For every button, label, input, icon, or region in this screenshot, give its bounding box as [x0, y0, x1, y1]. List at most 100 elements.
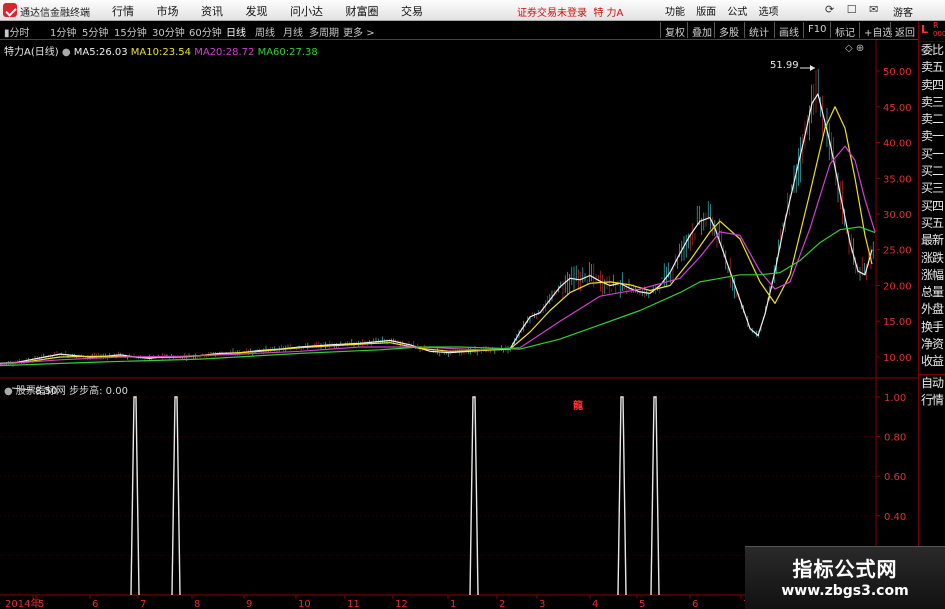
- menu-shichang[interactable]: 市场: [157, 5, 179, 18]
- menu-xuanxiang[interactable]: 选项: [759, 7, 779, 18]
- period-toolbar: ▮分时 1分钟 5分钟 15分钟 30分钟 60分钟 日线 周线 月线 多周期 …: [0, 21, 945, 40]
- indicator-tick-label: 1.00: [884, 393, 906, 404]
- price-tick-label: 45.00: [883, 103, 912, 114]
- price-tick-label: 20.00: [883, 281, 912, 292]
- lr-switch[interactable]: L R 000: [919, 21, 945, 42]
- period-fenshi[interactable]: ▮分时: [4, 24, 30, 39]
- tool-back[interactable]: 返回: [890, 22, 919, 39]
- time-tick-label: 3: [539, 599, 545, 609]
- tool-huaxian[interactable]: 画线: [774, 22, 803, 39]
- app-title: 通达信金融终端: [20, 8, 90, 19]
- quote-sidebar: L R 000 委比 卖五 卖四 卖三 卖二 卖一 买一 买二 买三 买四 买五…: [918, 21, 945, 609]
- message-icon[interactable]: ✉: [869, 3, 878, 16]
- ma-line-ma10: [0, 106, 873, 365]
- ma-line-ma20: [0, 145, 876, 365]
- quote-item-change-pct[interactable]: 涨幅: [919, 267, 945, 284]
- menu-banmian[interactable]: 版面: [696, 7, 716, 18]
- menu-gongshi[interactable]: 公式: [727, 7, 747, 18]
- ma10-label: MA10:23.54: [130, 47, 191, 58]
- quote-item-buy4[interactable]: 买四: [919, 198, 945, 215]
- tool-duogu[interactable]: 多股: [714, 22, 743, 39]
- quote-item-sell3[interactable]: 卖三: [919, 94, 945, 111]
- menu-faxian[interactable]: 发现: [246, 5, 268, 18]
- indicator-formula: 步步高:: [69, 386, 103, 397]
- menu-wenxiaoda[interactable]: 问小达: [290, 5, 323, 18]
- tool-fuquan[interactable]: 复权: [660, 22, 689, 39]
- indicator-spike: [617, 396, 627, 596]
- quote-item-buy1[interactable]: 买一: [919, 146, 945, 163]
- menu-hangqing[interactable]: 行情: [112, 5, 134, 18]
- tool-biaoji[interactable]: 标记: [830, 22, 859, 39]
- low-annotation: 8.50: [35, 386, 58, 397]
- time-tick-label: 1: [450, 599, 456, 609]
- time-tick-label: 5: [639, 599, 645, 609]
- kline-chart-svg[interactable]: 50.0045.0040.0035.0030.0025.0020.0015.00…: [0, 40, 918, 609]
- quote-item-net-assets[interactable]: 净资: [919, 336, 945, 353]
- quote-item-buy2[interactable]: 买二: [919, 163, 945, 180]
- main-menu: 行情 市场 资讯 发现 问小达 财富圈 交易: [112, 3, 442, 19]
- indicator-settings-icon[interactable]: ●: [4, 386, 13, 397]
- sidebar-auto[interactable]: 自动: [919, 375, 945, 392]
- quote-item-sell1[interactable]: 卖一: [919, 128, 945, 145]
- time-tick-label: 6: [692, 599, 698, 609]
- shirt-icon[interactable]: ☐: [847, 3, 857, 16]
- quote-item-weibi[interactable]: 委比: [919, 42, 945, 59]
- tool-diejia[interactable]: 叠加: [687, 22, 716, 39]
- indicator-spike: [650, 396, 660, 596]
- guest-label[interactable]: 游客: [893, 4, 913, 19]
- price-tick-label: 10.00: [883, 353, 912, 364]
- period-month[interactable]: 月线: [283, 24, 303, 39]
- tool-tongji[interactable]: 统计: [744, 22, 773, 39]
- chart-options-icon[interactable]: ◇ ⊕: [845, 43, 864, 54]
- quote-item-earnings[interactable]: 收益: [919, 353, 945, 370]
- event-marker[interactable]: 龍: [573, 397, 583, 412]
- quote-item-buy5[interactable]: 买五: [919, 215, 945, 232]
- period-60min[interactable]: 60分钟: [189, 24, 222, 39]
- period-week[interactable]: 周线: [255, 24, 275, 39]
- quote-item-sell5[interactable]: 卖五: [919, 59, 945, 76]
- refresh-icon[interactable]: ⟳: [825, 3, 834, 16]
- quote-item-sell4[interactable]: 卖四: [919, 77, 945, 94]
- period-15min[interactable]: 15分钟: [114, 24, 147, 39]
- period-more[interactable]: 更多 >: [343, 24, 375, 39]
- ma-line-ma5: [0, 93, 873, 364]
- quote-item-outer[interactable]: 外盘: [919, 301, 945, 318]
- quote-item-sell2[interactable]: 卖二: [919, 111, 945, 128]
- r-label: R: [933, 21, 939, 30]
- right-menu: 功能 版面 公式 选项: [665, 3, 787, 18]
- indicator-spike: [171, 396, 181, 596]
- menu-caifuquan[interactable]: 财富圈: [346, 5, 379, 18]
- quote-item-change[interactable]: 涨跌: [919, 250, 945, 267]
- r-code: 000: [933, 30, 945, 38]
- menu-gongneng[interactable]: 功能: [665, 7, 685, 18]
- login-notice[interactable]: 证券交易未登录 特 力A: [517, 4, 623, 19]
- tool-f10[interactable]: F10: [803, 22, 830, 38]
- chevron-right-icon: >: [366, 28, 375, 39]
- indicator-spike: [469, 396, 479, 596]
- period-multi[interactable]: 多周期: [309, 24, 339, 39]
- quote-item-turnover[interactable]: 换手: [919, 319, 945, 336]
- time-tick-label: 12: [395, 599, 408, 609]
- indicator-tick-label: 0.40: [884, 512, 906, 523]
- menu-zixun[interactable]: 资讯: [201, 5, 223, 18]
- period-1min[interactable]: 1分钟: [50, 24, 76, 39]
- quote-item-latest[interactable]: 最新: [919, 232, 945, 249]
- menu-jiaoyi[interactable]: 交易: [401, 5, 423, 18]
- watermark-url: www.zbgs3.com: [781, 583, 909, 599]
- quote-item-buy3[interactable]: 买三: [919, 180, 945, 197]
- price-tick-label: 50.00: [883, 67, 912, 78]
- settings-dot-icon[interactable]: ●: [62, 47, 71, 58]
- period-5min[interactable]: 5分钟: [82, 24, 108, 39]
- time-tick-label: 10: [298, 599, 311, 609]
- sidebar-quote[interactable]: 行情: [919, 392, 945, 409]
- quote-item-volume[interactable]: 总量: [919, 284, 945, 301]
- time-tick-label: 4: [592, 599, 598, 609]
- window-controls: ⟳ ☐ ✉: [825, 3, 887, 16]
- indicator-tick-label: 0.60: [884, 472, 906, 483]
- indicator-spike: [130, 396, 140, 596]
- chart-area[interactable]: 50.00 45.00 40.00 35.00 30.00 25.00 20.00 15.00…: [0, 40, 918, 609]
- price-tick-label: 15.00: [883, 317, 912, 328]
- period-30min[interactable]: 30分钟: [152, 24, 185, 39]
- period-label: (日线): [30, 47, 59, 58]
- period-day[interactable]: 日线: [226, 24, 246, 39]
